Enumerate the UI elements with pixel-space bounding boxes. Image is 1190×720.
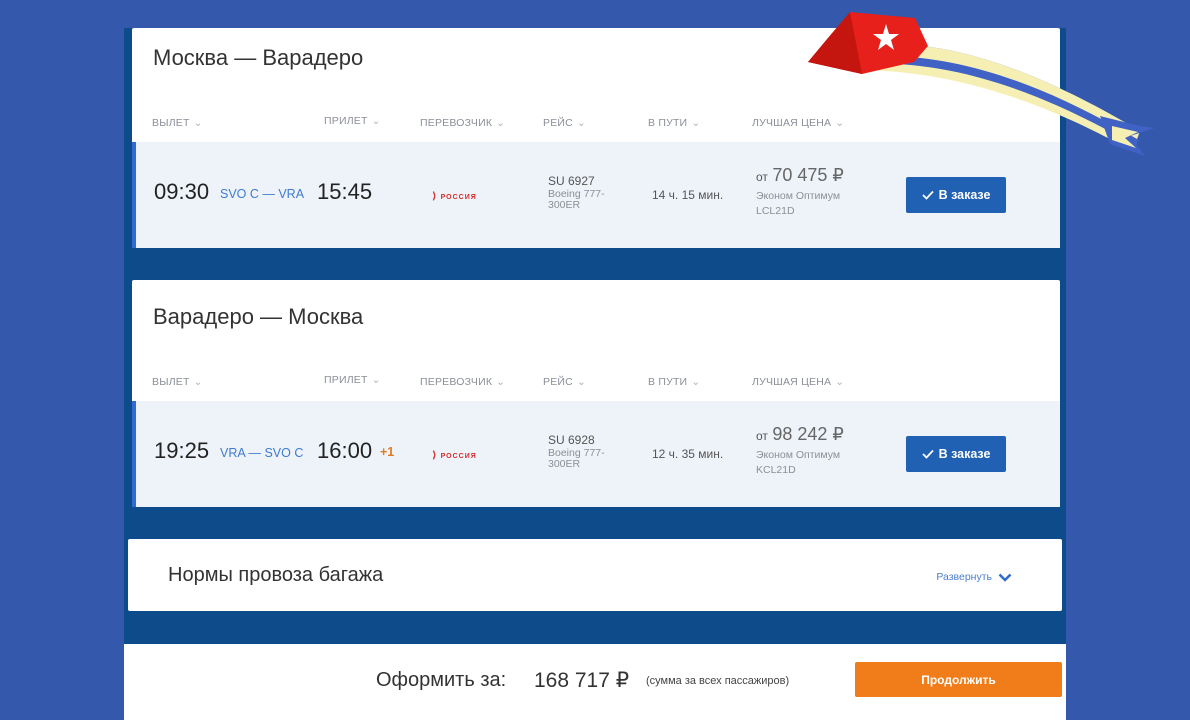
aircraft-type: Boeing 777-300ER — [548, 188, 605, 211]
route: VRA — SVO C — [220, 446, 304, 460]
col-duration[interactable]: В ПУТИ ⌄ — [648, 376, 700, 388]
col-departure[interactable]: ВЫЛЕТ ⌄ — [152, 117, 203, 129]
check-icon — [921, 449, 934, 459]
chevron-down-icon — [998, 573, 1012, 582]
col-flight[interactable]: РЕЙС ⌄ — [543, 376, 586, 388]
in-order-button[interactable]: В заказе — [906, 436, 1006, 472]
col-departure[interactable]: ВЫЛЕТ ⌄ — [152, 376, 203, 388]
continue-button[interactable]: Продолжить — [855, 662, 1062, 697]
col-arrival[interactable]: ПРИЛЕТ ⌄ — [324, 115, 381, 127]
arrival-time: 15:45 — [317, 179, 373, 204]
inbound-flight-card: Варадеро — Москва ВЫЛЕТ ⌄ ПРИЛЕТ ⌄ ПЕРЕВОЗ… — [132, 280, 1060, 507]
col-duration[interactable]: В ПУТИ ⌄ — [648, 117, 700, 129]
route: SVO C — VRA — [220, 187, 305, 201]
carrier-logo: ⟩ РОССИЯ — [432, 191, 477, 202]
flight-duration: 14 ч. 15 мин. — [652, 188, 724, 202]
check-icon — [921, 190, 934, 200]
inbound-title: Варадеро — Москва — [153, 304, 364, 329]
inbound-flight-row[interactable]: 19:25 VRA — SVO C 16:00 +1 ⟩ РОССИЯ SU 69… — [132, 401, 1060, 507]
col-flight[interactable]: РЕЙС ⌄ — [543, 117, 586, 129]
fare-class: Эконом Оптимум LCL21D — [756, 190, 841, 217]
fare-class: Эконом Оптимум KCL21D — [756, 449, 841, 476]
col-carrier[interactable]: ПЕРЕВОЗЧИК ⌄ — [420, 376, 505, 388]
total-note: (сумма за всех пассажиров) — [646, 675, 790, 687]
cuban-flag-ribbon-icon — [808, 12, 1155, 156]
departure-time: 19:25 — [154, 438, 210, 463]
next-day-badge: +1 — [380, 445, 395, 459]
departure-time: 09:30 — [154, 179, 210, 204]
price: от 98 242 ₽ — [756, 424, 844, 444]
baggage-title: Нормы провоза багажа — [168, 564, 384, 586]
carrier-logo: ⟩ РОССИЯ — [432, 450, 477, 461]
outbound-title: Москва — Варадеро — [153, 45, 364, 70]
col-best-price[interactable]: ЛУЧШАЯ ЦЕНА ⌄ — [752, 376, 844, 388]
checkout-footer: Оформить за: 168 717 ₽ (сумма за всех па… — [124, 644, 1066, 720]
flight-duration: 12 ч. 35 мин. — [652, 447, 724, 461]
in-order-button[interactable]: В заказе — [906, 177, 1006, 213]
total-amount: 168 717 ₽ — [534, 669, 630, 692]
baggage-card: Нормы провоза багажа Развернуть — [128, 539, 1062, 611]
aeroflot-mark-icon: ⟩ — [432, 450, 438, 461]
aircraft-type: Boeing 777-300ER — [548, 447, 605, 470]
flight-number: SU 6928 — [548, 433, 595, 447]
total-label: Оформить за: — [376, 669, 507, 691]
col-carrier[interactable]: ПЕРЕВОЗЧИК ⌄ — [420, 117, 505, 129]
arrival-time: 16:00 — [317, 438, 373, 463]
col-arrival[interactable]: ПРИЛЕТ ⌄ — [324, 374, 381, 386]
expand-link[interactable]: Развернуть — [936, 571, 1012, 583]
aeroflot-mark-icon: ⟩ — [432, 191, 438, 202]
flight-number: SU 6927 — [548, 174, 595, 188]
